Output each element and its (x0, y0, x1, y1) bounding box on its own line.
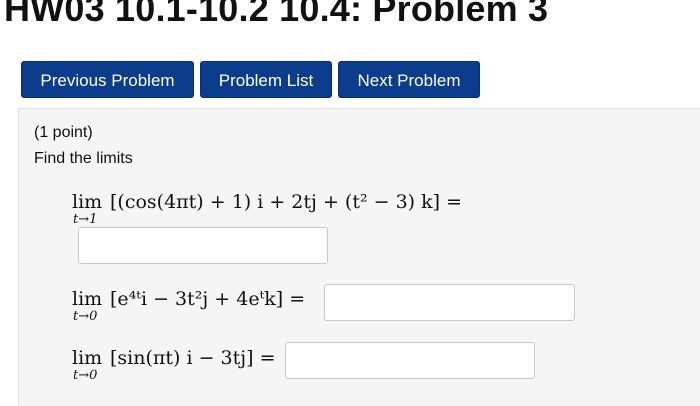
limit-1-operator: lim t→1 (72, 191, 103, 227)
limit-2-expression: [e⁴ᵗi − 3t²j + 4eᵗk] = (110, 288, 306, 310)
limit-1-expression: [(cos(4πt) + 1) i + 2tj + (t² − 3) k] = (110, 191, 463, 213)
limit-3-equation: lim t→0 [sin(πt) i − 3tj] = (72, 347, 276, 383)
limit-3-expression: [sin(πt) i − 3tj] = (110, 347, 276, 369)
point-value: (1 point) (34, 124, 93, 141)
page-title: HW03 10.1-10.2 10.4: Problem 3 (4, 0, 549, 29)
limit-2-answer-input[interactable] (324, 284, 575, 321)
problem-list-button[interactable]: Problem List (200, 61, 332, 98)
next-problem-button[interactable]: Next Problem (338, 61, 480, 98)
limit-3-operator: lim t→0 (72, 347, 103, 383)
problem-instruction: Find the limits (34, 150, 133, 167)
limit-2-equation: lim t→0 [e⁴ᵗi − 3t²j + 4eᵗk] = (72, 288, 306, 324)
limit-1-equation: lim t→1 [(cos(4πt) + 1) i + 2tj + (t² − … (72, 191, 463, 227)
previous-problem-button[interactable]: Previous Problem (21, 61, 194, 98)
limit-2-operator: lim t→0 (72, 288, 103, 324)
limit-1-answer-input[interactable] (78, 227, 328, 264)
limit-3-answer-input[interactable] (285, 342, 535, 379)
